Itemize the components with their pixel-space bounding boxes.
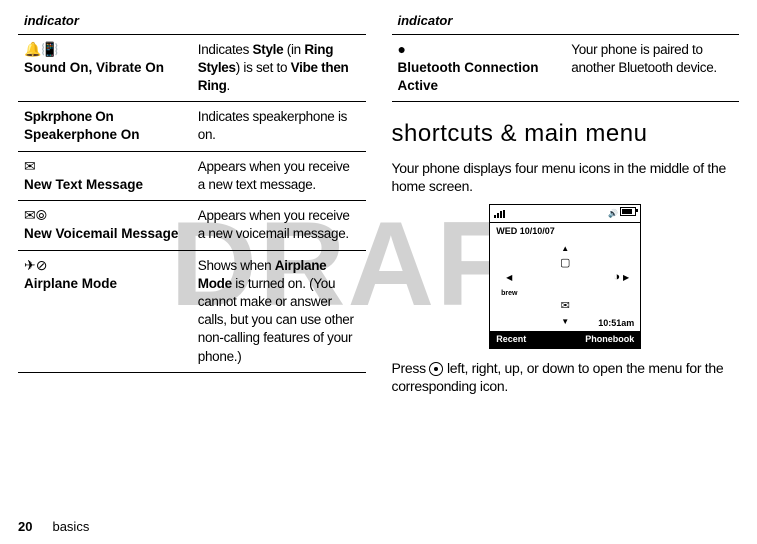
right-indicator-table: indicator ● Bluetooth Connection Active … [392,8,740,102]
nav-key-icon [429,362,443,376]
table-row: ✈⊘ Airplane Mode Shows when Airplane Mod… [18,250,366,372]
table-row: ● Bluetooth Connection Active Your phone… [392,34,740,102]
phone-home-screen-graphic: 🔊 WED 10/10/07 ▲▢ ◀ brew ◑ ▶ [489,204,641,348]
phone-date: WED 10/10/07 [490,223,640,237]
footer-section-name: basics [52,518,89,536]
indicator-pretitle: Spkrphone On [24,109,113,124]
nav-up-icon: ▲▢ [556,241,574,255]
indicator-title: Speakerphone On [24,127,140,142]
indicator-description: Indicates Style (in Ring Styles) is set … [192,34,366,102]
sound-icon: 🔊 [608,209,618,218]
indicator-title: New Text Message [24,177,143,192]
right-table-header: indicator [392,8,740,34]
left-indicator-table: indicator 🔔📳 Sound On, Vibrate On Indica… [18,8,366,373]
indicator-description: Indicates speakerphone is on. [198,109,347,142]
signal-icon [494,210,505,218]
section-outro: Press left, right, up, or down to open t… [392,359,740,397]
indicator-description: Appears when you receive a new text mess… [198,159,350,192]
table-row: ✉⦾ New Voicemail Message Appears when yo… [18,201,366,250]
nav-left-icon: ◀ brew [500,270,518,284]
bluetooth-connection-active-icon: ● [398,42,406,56]
table-row: ✉ New Text Message Appears when you rece… [18,151,366,200]
softkey-right: Phonebook [585,333,634,345]
statusbar-right: 🔊 [608,207,636,220]
page-footer: 20 basics [18,518,89,536]
indicator-description: Shows when Airplane Mode is turned on. (… [192,250,366,372]
softkey-left: Recent [496,333,526,345]
indicator-title: Bluetooth Connection Active [398,60,539,93]
nav-right-icon: ◑ ▶ [612,270,630,284]
new-voicemail-message-icon: ✉⦾ [24,208,47,222]
table-row: 🔔📳 Sound On, Vibrate On Indicates Style … [18,34,366,102]
indicator-title: New Voicemail Message [24,226,178,241]
indicator-description: Appears when you receive a new voicemail… [198,208,350,241]
sound-on-vibrate-on-icon: 🔔📳 [24,42,59,56]
new-text-message-icon: ✉ [24,159,36,173]
indicator-title: Sound On, Vibrate On [24,60,164,75]
airplane-mode-icon: ✈⊘ [24,258,47,272]
table-row: Spkrphone On Speakerphone On Indicates s… [18,102,366,151]
section-intro: Your phone displays four menu icons in t… [392,159,740,197]
section-heading: shortcuts & main menu [392,118,740,150]
battery-icon [620,207,636,216]
indicator-title: Airplane Mode [24,276,117,291]
nav-down-icon: ✉▼ [556,299,574,313]
left-table-header: indicator [18,8,366,34]
page-number: 20 [18,518,32,536]
indicator-description: Your phone is paired to another Bluetoot… [571,42,717,75]
